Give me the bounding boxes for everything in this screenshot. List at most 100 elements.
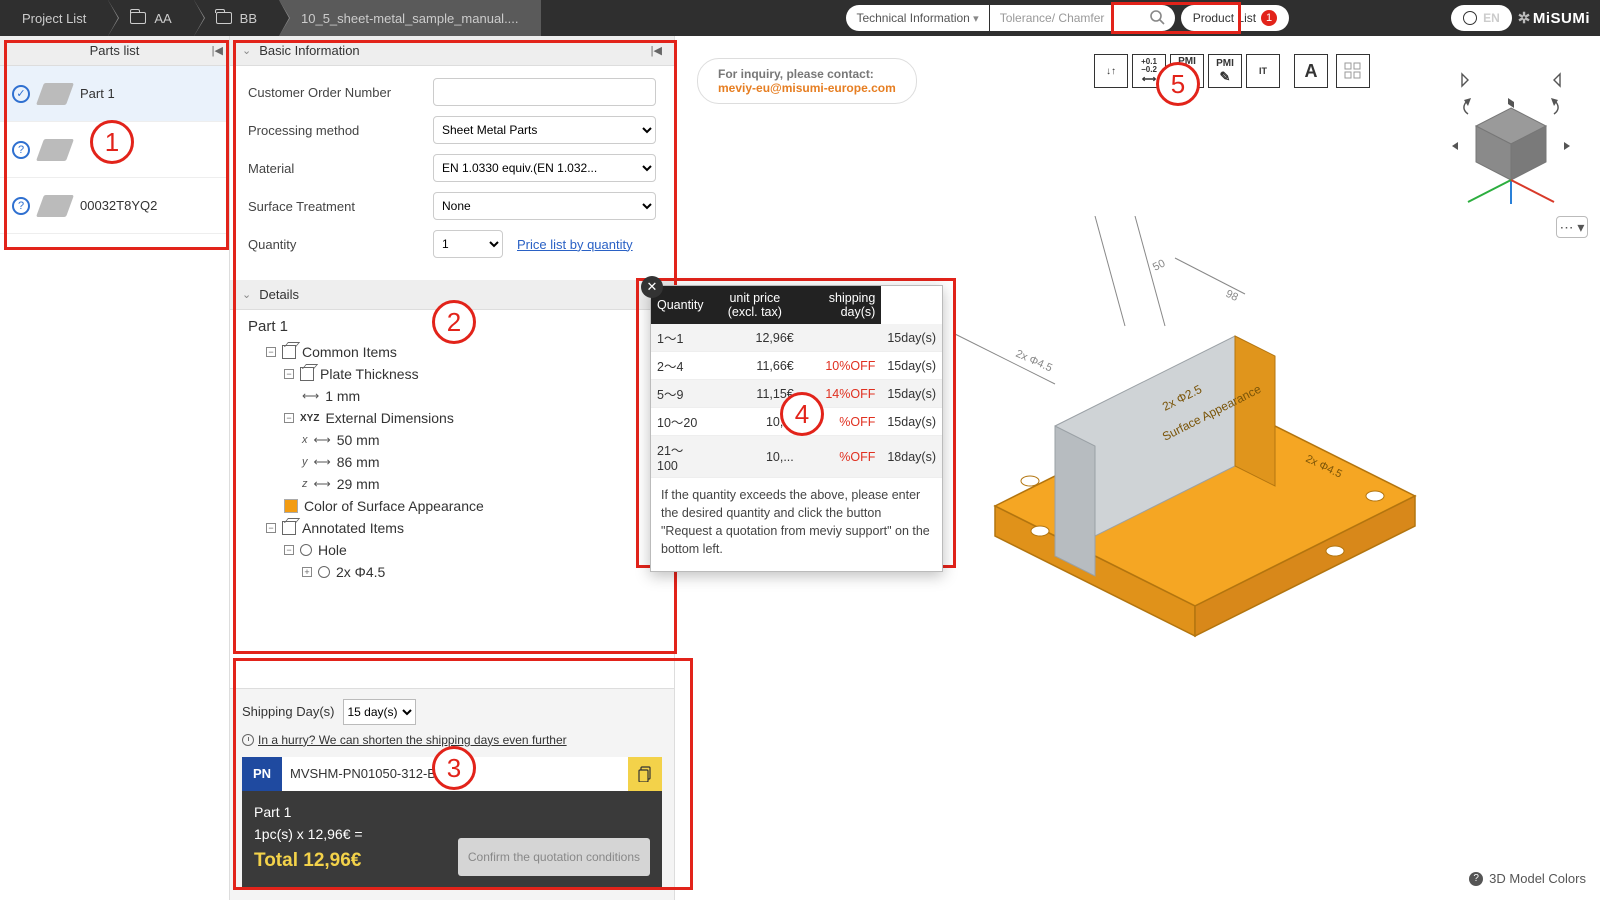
cube-icon	[282, 345, 296, 359]
part-row[interactable]: ?	[0, 122, 229, 178]
tree-annotated[interactable]: −Annotated Items	[266, 517, 656, 539]
part-row[interactable]: ✓ Part 1	[0, 66, 229, 122]
tech-info-dropdown[interactable]: Technical Information ▾	[846, 5, 988, 31]
pmi-edit-tool[interactable]: PMI✎	[1208, 54, 1242, 88]
method-select[interactable]: Sheet Metal Parts	[433, 116, 656, 144]
status-ok-icon: ✓	[12, 85, 30, 103]
shipping-area: Shipping Day(s) 15 day(s) In a hurry? We…	[230, 688, 674, 900]
grid-view-tool[interactable]	[1336, 54, 1370, 88]
folder-icon	[130, 12, 146, 24]
part-3d-view[interactable]: 2x Φ2.5 Surface Appearance 50 98 2x Φ4.5…	[935, 216, 1435, 666]
crumb-label: Project List	[22, 11, 86, 26]
tree-color[interactable]: Color of Surface Appearance	[284, 495, 656, 517]
material-label: Material	[248, 161, 433, 176]
close-icon[interactable]: ✕	[641, 276, 663, 298]
material-select[interactable]: EN 1.0330 equiv.(EN 1.032...	[433, 154, 656, 182]
basic-info-header[interactable]: ⌄ Basic Information |◀	[230, 36, 674, 66]
crumb-label: BB	[240, 11, 257, 26]
table-row: 21～10010,...%OFF18day(s)	[651, 436, 942, 478]
pmi-it-tool[interactable]: IT	[1246, 54, 1280, 88]
cube-icon	[300, 367, 314, 381]
crumb-file[interactable]: 10_5_sheet-metal_sample_manual....	[279, 0, 541, 36]
collapse-box-icon[interactable]: −	[284, 369, 294, 379]
section-title: Basic Information	[259, 43, 359, 58]
view-cube[interactable]	[1446, 54, 1576, 184]
collapse-box-icon[interactable]: −	[266, 523, 276, 533]
tolerance-tool[interactable]: +0.1−0.2⟷	[1132, 54, 1166, 88]
price-popup: ✕ Quantity unit price (excl. tax) shippi…	[650, 285, 943, 572]
gear-icon: ✲	[1518, 9, 1531, 27]
part-row[interactable]: ? 00032T8YQ2	[0, 178, 229, 234]
sidebar: Parts list |◀ ✓ Part 1 ? ? 00032T8YQ2	[0, 36, 230, 900]
qty-select[interactable]: 1	[433, 230, 503, 258]
part-thumb	[36, 139, 74, 161]
tree-ext-dimensions[interactable]: −XYZExternal Dimensions	[284, 407, 656, 429]
tree-dim-y: y⟷86 mm	[302, 451, 656, 473]
tree-common-items[interactable]: −Common Items	[266, 341, 656, 363]
model-colors-link[interactable]: ? 3D Model Colors	[1469, 871, 1586, 886]
search-input[interactable]: Tolerance/ Chamfer	[990, 5, 1175, 31]
collapse-icon[interactable]: |◀	[651, 44, 662, 57]
circle-icon	[318, 566, 330, 578]
details-header[interactable]: ⌄ Details	[230, 280, 674, 310]
tree-plate-thickness[interactable]: −Plate Thickness	[284, 363, 656, 385]
tree-hole[interactable]: −Hole	[284, 539, 656, 561]
sort-tool[interactable]: ↓↑	[1094, 54, 1128, 88]
color-swatch-icon	[284, 499, 298, 513]
tree-hole-spec[interactable]: +2x Φ4.5	[302, 561, 656, 583]
folder-icon	[216, 12, 232, 24]
inquiry-email[interactable]: meviy-eu@misumi-europe.com	[718, 81, 896, 95]
basic-form: Customer Order Number Processing methodS…	[230, 66, 674, 280]
collapse-icon[interactable]: |◀	[212, 44, 223, 57]
expand-box-icon[interactable]: +	[302, 567, 312, 577]
details-tree: Part 1 −Common Items −Plate Thickness ⟷1…	[230, 310, 674, 597]
shipping-label: Shipping Day(s)	[242, 704, 335, 719]
table-row: 10～2010,...%OFF15day(s)	[651, 408, 942, 436]
price-list-link[interactable]: Price list by quantity	[517, 237, 633, 252]
product-list-button[interactable]: Product List 1	[1181, 5, 1289, 31]
search-icon[interactable]	[1149, 9, 1165, 28]
top-bar: Project List AA BB 10_5_sheet-metal_samp…	[0, 0, 1600, 36]
crumb-bb[interactable]: BB	[194, 0, 279, 36]
inquiry-text: For inquiry, please contact:	[718, 67, 874, 81]
pn-tag: PN	[242, 757, 282, 791]
more-button[interactable]: ⋯ ▾	[1556, 216, 1588, 238]
language-button[interactable]: EN	[1451, 5, 1512, 31]
th-price: unit price (excl. tax)	[710, 286, 800, 324]
tech-info-label: Technical Information	[856, 11, 969, 25]
inquiry-box: For inquiry, please contact: meviy-eu@mi…	[697, 58, 917, 104]
svg-text:50: 50	[1151, 257, 1167, 273]
hurry-link[interactable]: In a hurry? We can shorten the shipping …	[242, 733, 662, 747]
price-calc: 1pc(s) x 12,96€ =	[254, 823, 363, 845]
sidebar-header: Parts list |◀	[0, 36, 229, 66]
collapse-box-icon[interactable]: −	[284, 545, 294, 555]
crumb-label: AA	[154, 11, 171, 26]
globe-icon	[1463, 11, 1477, 25]
crumb-project-list[interactable]: Project List	[0, 0, 108, 36]
confirm-quotation-button[interactable]: Confirm the quotation conditions	[458, 838, 650, 876]
tree-dim-x: x⟷50 mm	[302, 429, 656, 451]
part-label: 00032T8YQ2	[80, 198, 157, 213]
collapse-box-icon[interactable]: −	[284, 413, 294, 423]
chevron-down-icon: ▾	[973, 12, 979, 25]
crumb-label: 10_5_sheet-metal_sample_manual....	[301, 11, 519, 26]
text-tool[interactable]: A	[1294, 54, 1328, 88]
table-row: 1～112,96€15day(s)	[651, 324, 942, 352]
viewer-toolbar-2: A	[1294, 54, 1370, 88]
viewer-toolbar: ↓↑ +0.1−0.2⟷ PMI＋ PMI✎ IT	[1094, 54, 1280, 88]
clock-icon	[242, 734, 254, 746]
table-row: 5～911,15€14%OFF15day(s)	[651, 380, 942, 408]
surface-select[interactable]: None	[433, 192, 656, 220]
shipping-select[interactable]: 15 day(s)	[343, 699, 416, 725]
collapse-box-icon[interactable]: −	[266, 347, 276, 357]
status-question-icon: ?	[12, 141, 30, 159]
order-input[interactable]	[433, 78, 656, 106]
sidebar-title: Parts list	[90, 43, 140, 58]
copy-button[interactable]	[628, 757, 662, 791]
crumb-aa[interactable]: AA	[108, 0, 193, 36]
price-part-label: Part 1	[254, 801, 363, 823]
pmi-plus-tool[interactable]: PMI＋	[1170, 54, 1204, 88]
search-placeholder: Tolerance/ Chamfer	[1000, 11, 1105, 25]
part-thumb	[36, 83, 74, 105]
help-icon: ?	[1469, 872, 1483, 886]
